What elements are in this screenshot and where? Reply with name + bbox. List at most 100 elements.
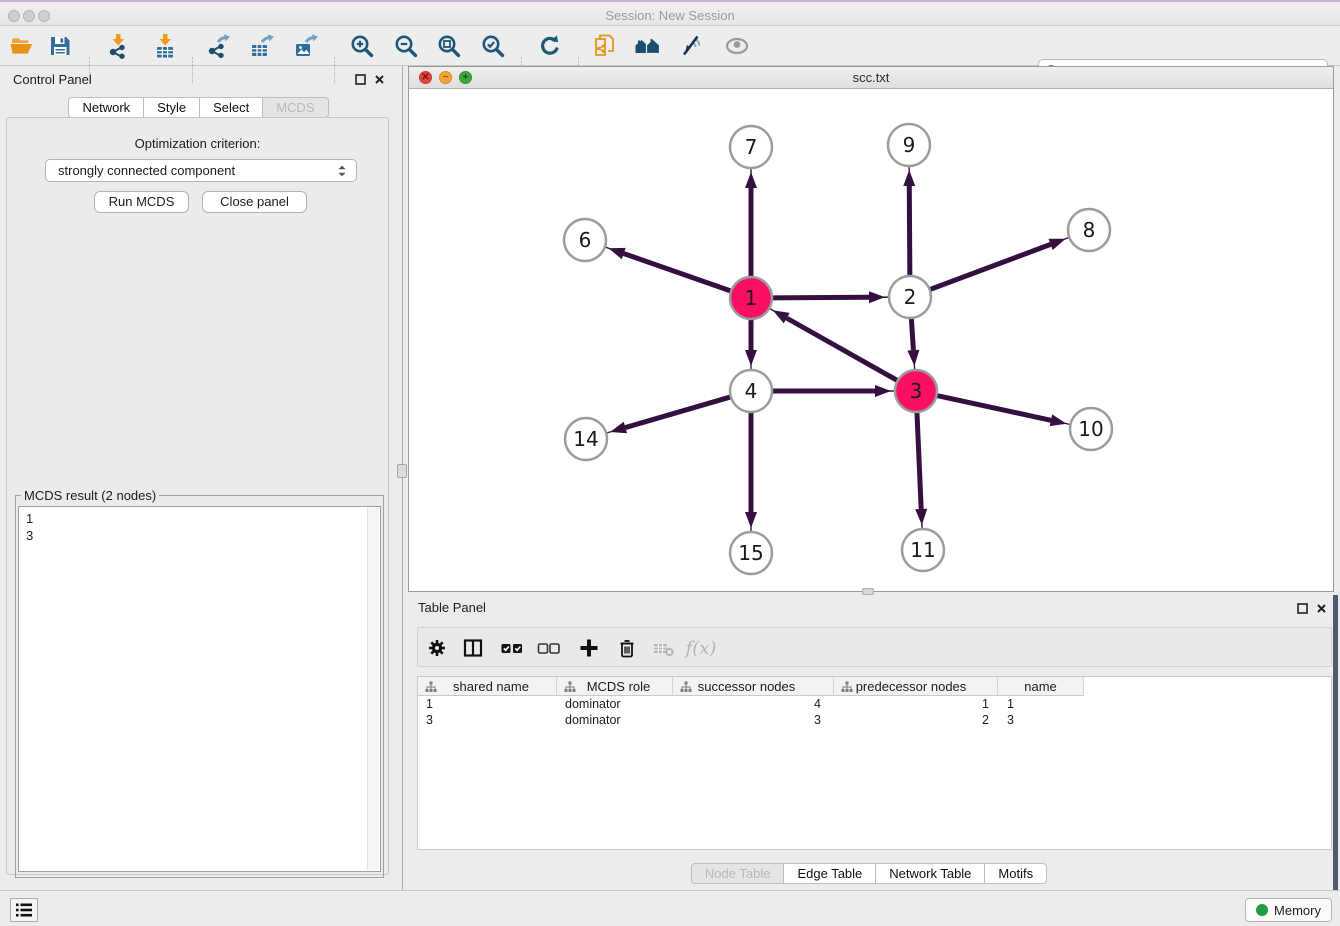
graph-node-8[interactable]: 8	[1068, 209, 1110, 251]
function-builder-icon[interactable]: f(x)	[686, 633, 716, 663]
table-cell[interactable]: 4	[673, 696, 834, 712]
table-cell[interactable]: dominator	[557, 696, 673, 712]
float-panel-icon[interactable]	[1297, 603, 1308, 614]
tab-network-table[interactable]: Network Table	[875, 863, 985, 884]
task-history-button[interactable]	[10, 898, 38, 922]
open-session-icon[interactable]	[5, 29, 39, 63]
graph-edge-3-1[interactable]	[751, 298, 916, 391]
table-tabs: Node Table Edge Table Network Table Moti…	[408, 863, 1330, 884]
graph-node-15[interactable]: 15	[730, 532, 772, 574]
delete-column-trash-icon[interactable]	[612, 633, 642, 663]
graph-edge-3-11[interactable]	[916, 391, 923, 550]
mcds-tab-content: Optimization criterion: strongly connect…	[6, 117, 389, 875]
import-network-icon[interactable]	[101, 29, 135, 63]
float-panel-icon[interactable]	[355, 74, 366, 85]
column-header-mcds-role[interactable]: MCDS role	[557, 677, 673, 696]
table-cell[interactable]: 2	[834, 712, 998, 728]
zoom-selected-icon[interactable]	[476, 29, 510, 63]
delete-table-icon[interactable]	[649, 633, 679, 663]
export-image-icon[interactable]	[289, 29, 323, 63]
save-session-icon[interactable]	[43, 29, 77, 63]
table-cell[interactable]: 3	[418, 712, 557, 728]
import-table-icon[interactable]	[148, 29, 182, 63]
column-header-shared-name[interactable]: shared name	[418, 677, 557, 696]
result-scrollbar[interactable]	[367, 508, 379, 870]
memory-label: Memory	[1274, 903, 1321, 918]
table-cell[interactable]: 3	[998, 712, 1084, 728]
tab-network[interactable]: Network	[68, 97, 144, 118]
memory-button[interactable]: Memory	[1245, 898, 1332, 922]
graph-edge-2-9[interactable]	[909, 145, 910, 297]
deselect-all-icon[interactable]	[534, 633, 564, 663]
mcds-result-line: 1	[26, 510, 380, 527]
graph-node-11[interactable]: 11	[902, 529, 944, 571]
close-panel-button[interactable]: Close panel	[202, 191, 307, 213]
table-cell[interactable]: 1	[418, 696, 557, 712]
table-header: shared name MCDS role successor nodes pr…	[418, 677, 1331, 696]
network-overview-icon[interactable]	[631, 29, 665, 63]
create-column-icon[interactable]	[574, 633, 604, 663]
graph-node-9[interactable]: 9	[888, 124, 930, 166]
tab-node-table[interactable]: Node Table	[691, 863, 785, 884]
mcds-result-text[interactable]: 1 3	[18, 506, 381, 872]
network-window-title: scc.txt	[409, 70, 1333, 85]
graph-edge-1-6[interactable]	[585, 240, 751, 298]
zoom-fit-icon[interactable]	[432, 29, 466, 63]
mcds-result-legend: MCDS result (2 nodes)	[21, 488, 159, 503]
table-cell[interactable]: dominator	[557, 712, 673, 728]
main-toolbar	[0, 26, 1340, 66]
export-network-icon[interactable]	[201, 29, 235, 63]
horizontal-splitter-handle[interactable]	[862, 588, 874, 595]
select-stepper-icon	[334, 163, 350, 179]
tab-style[interactable]: Style	[143, 97, 200, 118]
table-cell[interactable]: 1	[998, 696, 1084, 712]
vertical-splitter-handle[interactable]	[397, 464, 407, 478]
select-all-icon[interactable]	[497, 633, 527, 663]
network-canvas[interactable]: 1 2 3 4 6 7 8 9 10 11 14 15	[409, 89, 1333, 591]
hide-graphics-details-icon[interactable]	[674, 29, 708, 63]
svg-text:6: 6	[579, 228, 592, 252]
graph-node-14[interactable]: 14	[565, 418, 607, 460]
control-panel: Control Panel Network Style Select MCDS …	[0, 66, 397, 886]
graph-node-3[interactable]: 3	[895, 370, 937, 412]
clone-network-icon[interactable]	[588, 29, 622, 63]
svg-text:7: 7	[745, 135, 758, 159]
app-titlebar: Session: New Session	[0, 0, 1340, 26]
run-mcds-button[interactable]: Run MCDS	[94, 191, 189, 213]
close-panel-icon[interactable]	[1316, 603, 1327, 614]
column-type-icon	[680, 681, 692, 693]
graph-node-10[interactable]: 10	[1070, 408, 1112, 450]
table-settings-gear-icon[interactable]	[422, 633, 452, 663]
tab-edge-table[interactable]: Edge Table	[783, 863, 876, 884]
zoom-in-icon[interactable]	[345, 29, 379, 63]
criterion-select[interactable]: strongly connected component	[45, 159, 357, 182]
graph-node-4[interactable]: 4	[730, 370, 772, 412]
graph-node-1[interactable]: 1	[730, 277, 772, 319]
column-header-predecessor-nodes[interactable]: predecessor nodes	[834, 677, 998, 696]
close-panel-icon[interactable]	[374, 74, 385, 85]
table-cell[interactable]: 1	[834, 696, 998, 712]
svg-text:15: 15	[738, 541, 763, 565]
tab-mcds[interactable]: MCDS	[262, 97, 328, 118]
graph-node-6[interactable]: 6	[564, 219, 606, 261]
graph-edge-4-14[interactable]	[586, 391, 751, 439]
graph-node-7[interactable]: 7	[730, 126, 772, 168]
table-toolbar: f(x)	[417, 627, 1332, 667]
refresh-icon[interactable]	[533, 29, 567, 63]
graph-node-2[interactable]: 2	[889, 276, 931, 318]
svg-text:8: 8	[1083, 218, 1096, 242]
zoom-out-icon[interactable]	[389, 29, 423, 63]
graph-edge-2-8[interactable]	[910, 230, 1089, 297]
column-header-name[interactable]: name	[998, 677, 1084, 696]
table-cell[interactable]: 3	[673, 712, 834, 728]
column-type-icon	[564, 681, 576, 693]
export-table-icon[interactable]	[245, 29, 279, 63]
tab-motifs[interactable]: Motifs	[984, 863, 1047, 884]
graph-edge-3-10[interactable]	[916, 391, 1091, 429]
show-columns-icon[interactable]	[458, 633, 488, 663]
eye-icon[interactable]	[720, 29, 754, 63]
table-scrollbar[interactable]	[1333, 595, 1338, 890]
graph-edge-1-2[interactable]	[751, 297, 910, 298]
column-header-successor-nodes[interactable]: successor nodes	[673, 677, 834, 696]
tab-select[interactable]: Select	[199, 97, 263, 118]
